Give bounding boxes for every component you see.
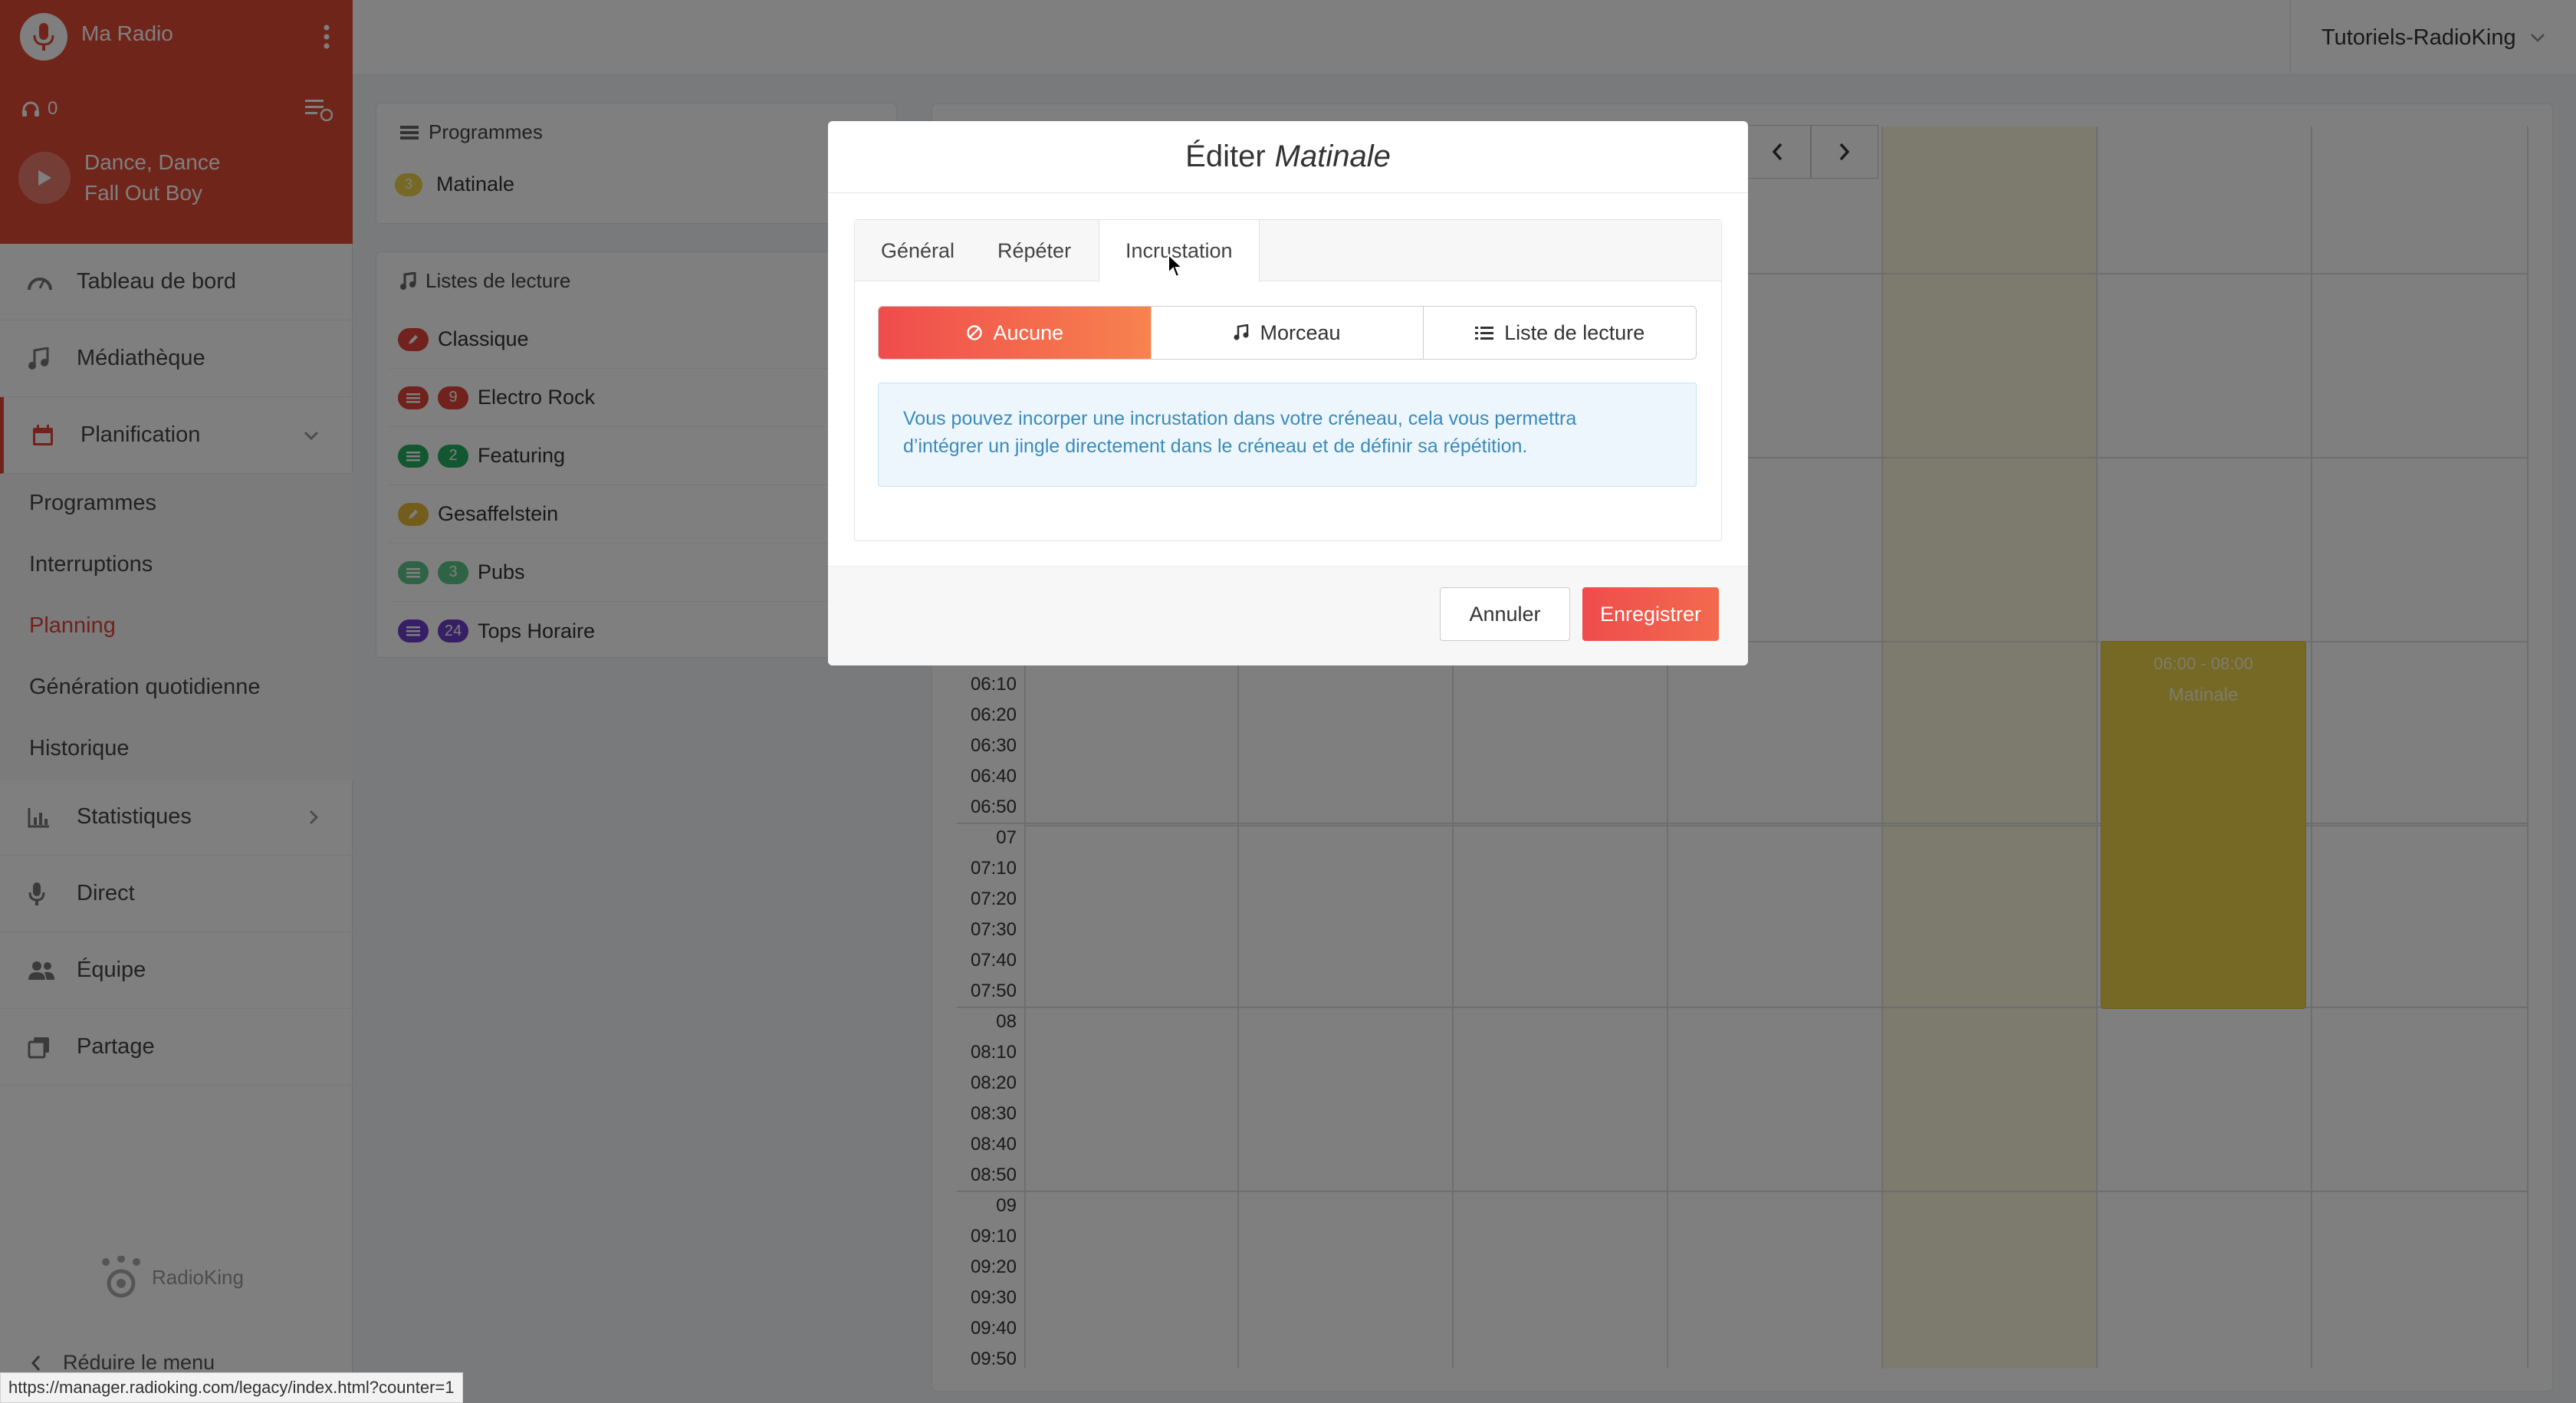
modal-content: Général Répéter Incrustation Aucune Morc… <box>854 219 1722 541</box>
option-liste-button[interactable]: Liste de lecture <box>1424 307 1696 359</box>
tabs-bar: Général Répéter Incrustation <box>855 220 1721 282</box>
info-line: d’intégrer un jingle directement dans le… <box>903 435 1528 457</box>
insertion-type-selector: Aucune Morceau Liste de lecture <box>878 306 1697 360</box>
status-bar-url: https://manager.radioking.com/legacy/ind… <box>0 1372 463 1403</box>
ban-icon <box>966 325 982 340</box>
list-icon <box>1475 327 1494 340</box>
modal-footer: Annuler Enregistrer <box>828 566 1748 665</box>
modal-title-prefix: Éditer <box>1185 140 1266 173</box>
mouse-cursor-icon <box>1167 253 1184 279</box>
cancel-button[interactable]: Annuler <box>1440 587 1570 641</box>
info-alert: Vous pouvez incorper une incrustation da… <box>878 383 1697 487</box>
info-line: Vous pouvez incorper une incrustation da… <box>903 408 1577 429</box>
tab-repeter[interactable]: Répéter <box>971 220 1097 281</box>
modal-title: Éditer Matinale <box>828 121 1748 193</box>
save-button[interactable]: Enregistrer <box>1582 587 1719 641</box>
music-icon <box>1234 324 1249 340</box>
modal-title-name: Matinale <box>1274 140 1391 173</box>
option-morceau-button[interactable]: Morceau <box>1152 307 1424 359</box>
option-aucune-button[interactable]: Aucune <box>879 307 1152 359</box>
edit-modal: Éditer Matinale Général Répéter Incrustat… <box>828 121 1748 665</box>
tab-general[interactable]: Général <box>855 220 981 281</box>
